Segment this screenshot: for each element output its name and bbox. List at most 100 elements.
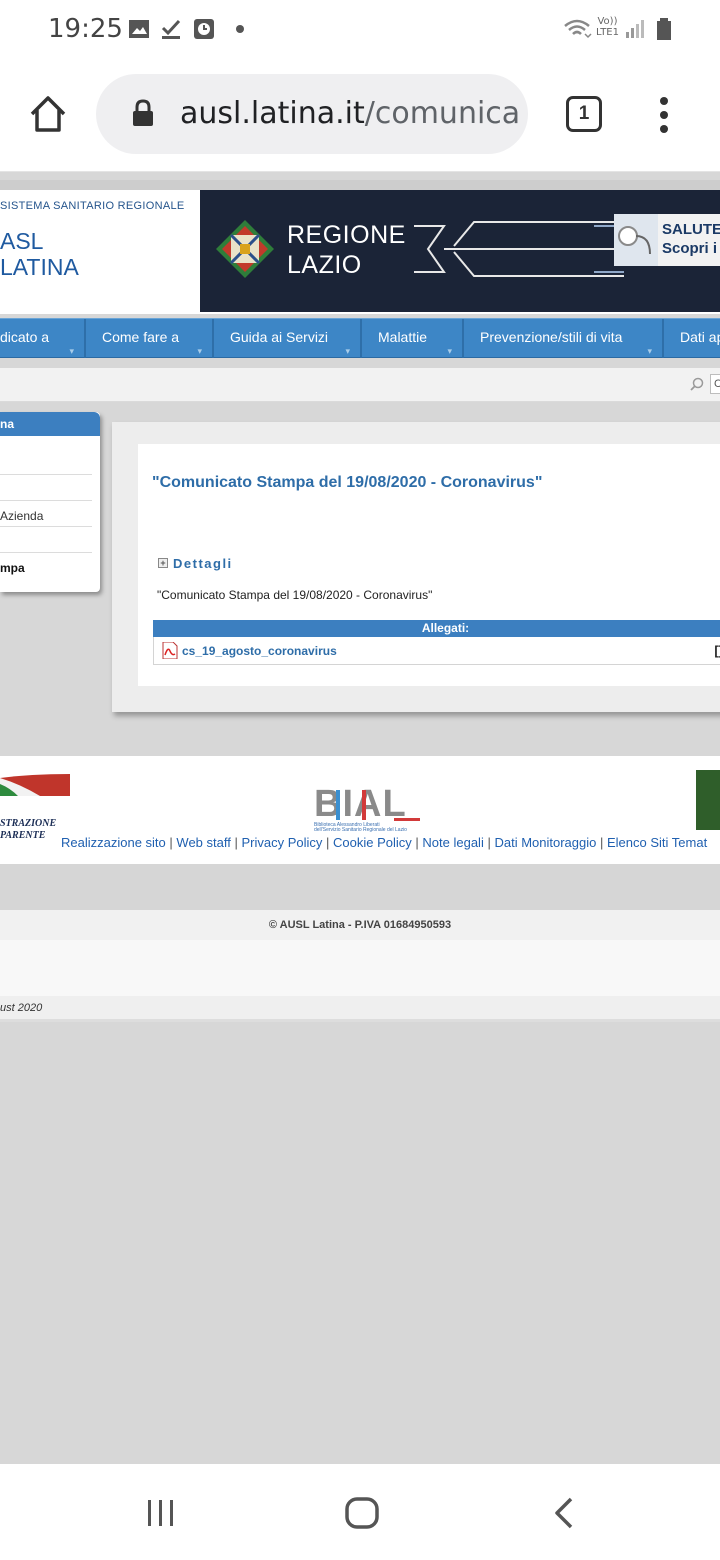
ssr-label: SISTEMA SANITARIO REGIONALE xyxy=(0,200,185,212)
chevron-down-icon: ▾ xyxy=(647,346,652,356)
nav-item-malattie[interactable]: Malattie ▾ xyxy=(362,319,464,358)
last-update-date: ust 2020 xyxy=(0,1002,43,1014)
nav-label: Guida ai Servizi xyxy=(230,329,329,345)
nav-label: Come fare a xyxy=(102,329,180,345)
footer-link-cookie[interactable]: Cookie Policy xyxy=(333,835,412,850)
lock-icon xyxy=(133,99,153,126)
sidebar-item-stampa[interactable]: mpa xyxy=(0,561,25,575)
url-domain: ausl.latina.it xyxy=(180,96,365,131)
url-bar[interactable]: ausl.latina.it/comunica xyxy=(96,74,528,154)
system-navigation-bar xyxy=(0,1464,720,1560)
nav-item-dati[interactable]: Dati ap xyxy=(664,319,720,358)
copyright-strip: © AUSL Latina - P.IVA 01684950593 xyxy=(0,910,720,940)
attachment-row: cs_19_agosto_coronavirus [] xyxy=(153,637,720,665)
pdf-file-icon xyxy=(162,642,178,659)
more-options-icon[interactable] xyxy=(656,96,672,134)
sidebar-menu: na Azienda mpa xyxy=(0,412,100,592)
clock-icon xyxy=(194,19,214,39)
footer-link-note-legali[interactable]: Note legali xyxy=(422,835,483,850)
footer-spacer xyxy=(0,940,720,996)
chevron-down-icon: ▾ xyxy=(197,346,202,356)
attachment-size: [] xyxy=(714,643,720,658)
regione-lazio-banner[interactable]: REGIONE LAZIO SALUTEI Scopri i xyxy=(200,190,720,312)
saluteweb-promo[interactable]: SALUTEI Scopri i xyxy=(614,214,720,266)
home-icon[interactable] xyxy=(28,94,68,134)
sidebar-item-azienda[interactable]: Azienda xyxy=(0,509,43,523)
expand-plus-icon: + xyxy=(158,558,168,568)
banner-circuit-lines xyxy=(414,221,624,277)
search-icon[interactable] xyxy=(690,377,704,391)
amministrazione-trasparente-logo[interactable]: STRAZIONE PARENTE xyxy=(0,772,70,841)
browser-toolbar: ausl.latina.it/comunica 1 xyxy=(0,60,720,172)
signal-icon xyxy=(626,20,644,38)
footer-link-web-staff[interactable]: Web staff xyxy=(176,835,230,850)
allegati-header: Allegati: xyxy=(153,620,720,637)
footer-leaf-image[interactable] xyxy=(696,770,720,830)
amm-text: STRAZIONE PARENTE xyxy=(0,818,56,842)
footer-link-realizzazione[interactable]: Realizzazione sito xyxy=(61,835,166,850)
nav-item-come-fare[interactable]: Come fare a ▾ xyxy=(86,319,214,358)
regione-line-2: LAZIO xyxy=(287,251,362,279)
chevron-down-icon: ▾ xyxy=(345,346,350,356)
stethoscope-icon xyxy=(614,214,658,266)
footer-links: Realizzazione sito | Web staff | Privacy… xyxy=(61,835,707,850)
date-strip: ust 2020 xyxy=(0,996,720,1022)
link-separator: | xyxy=(599,835,607,850)
nav-item-prevenzione[interactable]: Prevenzione/stili di vita ▾ xyxy=(464,319,664,358)
nav-label: Prevenzione/stili di vita xyxy=(480,329,623,345)
web-page: SISTEMA SANITARIO REGIONALE ASL LATINA R… xyxy=(0,172,720,1464)
site-header: SISTEMA SANITARIO REGIONALE ASL LATINA R… xyxy=(0,190,720,314)
home-nav-icon[interactable] xyxy=(344,1496,380,1530)
footer-link-siti-tematici[interactable]: Elenco Siti Temat xyxy=(607,835,707,850)
nav-label: dicato a xyxy=(0,329,50,345)
battery-icon xyxy=(657,18,671,40)
search-strip: C xyxy=(0,368,720,402)
article-card: "Comunicato Stampa del 19/08/2020 - Coro… xyxy=(138,444,720,686)
sidebar-divider xyxy=(0,500,92,501)
wifi-icon xyxy=(564,19,592,39)
flag-banner-icon xyxy=(0,774,70,796)
promo-line-1: SALUTEI xyxy=(662,221,720,238)
tab-count: 1 xyxy=(578,103,590,124)
footer: STRAZIONE PARENTE BIAL Biblioteca Alessa… xyxy=(0,756,720,864)
page-top-band xyxy=(0,180,720,190)
tab-switcher-button[interactable]: 1 xyxy=(566,96,602,132)
nav-item-guida-servizi[interactable]: Guida ai Servizi ▾ xyxy=(214,319,362,358)
status-time: 19:25 xyxy=(48,14,123,44)
dettagli-toggle[interactable]: + Dettagli xyxy=(158,556,233,571)
bial-caption: Biblioteca Alessandro Liberati dell'Serv… xyxy=(314,823,407,833)
copyright-text: © AUSL Latina - P.IVA 01684950593 xyxy=(268,919,452,931)
article-title: "Comunicato Stampa del 19/08/2020 - Coro… xyxy=(152,474,543,491)
sidebar-divider xyxy=(0,526,92,527)
search-input[interactable]: C xyxy=(710,374,720,394)
bial-logo[interactable]: BIAL Biblioteca Alessandro Liberati dell… xyxy=(314,784,424,833)
asl-logo-text[interactable]: ASL LATINA xyxy=(0,228,79,280)
notification-dot-icon xyxy=(236,25,244,33)
chevron-down-icon: ▾ xyxy=(69,346,74,356)
promo-text: SALUTEI Scopri i xyxy=(662,220,720,258)
regione-lazio-emblem-icon xyxy=(216,220,274,278)
bial-color-overlay xyxy=(336,790,420,821)
amm-line-2: PARENTE xyxy=(0,830,46,841)
link-separator: | xyxy=(326,835,334,850)
recent-apps-icon[interactable] xyxy=(146,1498,176,1528)
url-text: ausl.latina.it/comunica xyxy=(180,96,520,131)
regione-line-1: REGIONE xyxy=(287,221,406,249)
sidebar-divider xyxy=(0,474,92,475)
nav-item-dedicato[interactable]: dicato a ▾ xyxy=(0,319,86,358)
asl-line-1: ASL xyxy=(0,228,44,254)
status-bar: 19:25 Vo)) LTE1 xyxy=(0,0,720,60)
sidebar-header: na xyxy=(0,412,100,436)
footer-band xyxy=(0,864,720,910)
main-nav: dicato a ▾ Come fare a ▾ Guida ai Servizi ▾… xyxy=(0,318,720,358)
sidebar-divider xyxy=(0,552,92,553)
nav-label: Dati ap xyxy=(680,329,720,345)
footer-link-privacy[interactable]: Privacy Policy xyxy=(241,835,322,850)
back-icon[interactable] xyxy=(552,1496,576,1530)
regione-lazio-text: REGIONE LAZIO xyxy=(287,220,406,280)
footer-link-monitoraggio[interactable]: Dati Monitoraggio xyxy=(494,835,596,850)
chevron-down-icon: ▾ xyxy=(447,346,452,356)
amm-line-1: STRAZIONE xyxy=(0,818,57,829)
attachment-link[interactable]: cs_19_agosto_coronavirus xyxy=(182,644,337,658)
article-description: "Comunicato Stampa del 19/08/2020 - Coro… xyxy=(157,588,433,602)
